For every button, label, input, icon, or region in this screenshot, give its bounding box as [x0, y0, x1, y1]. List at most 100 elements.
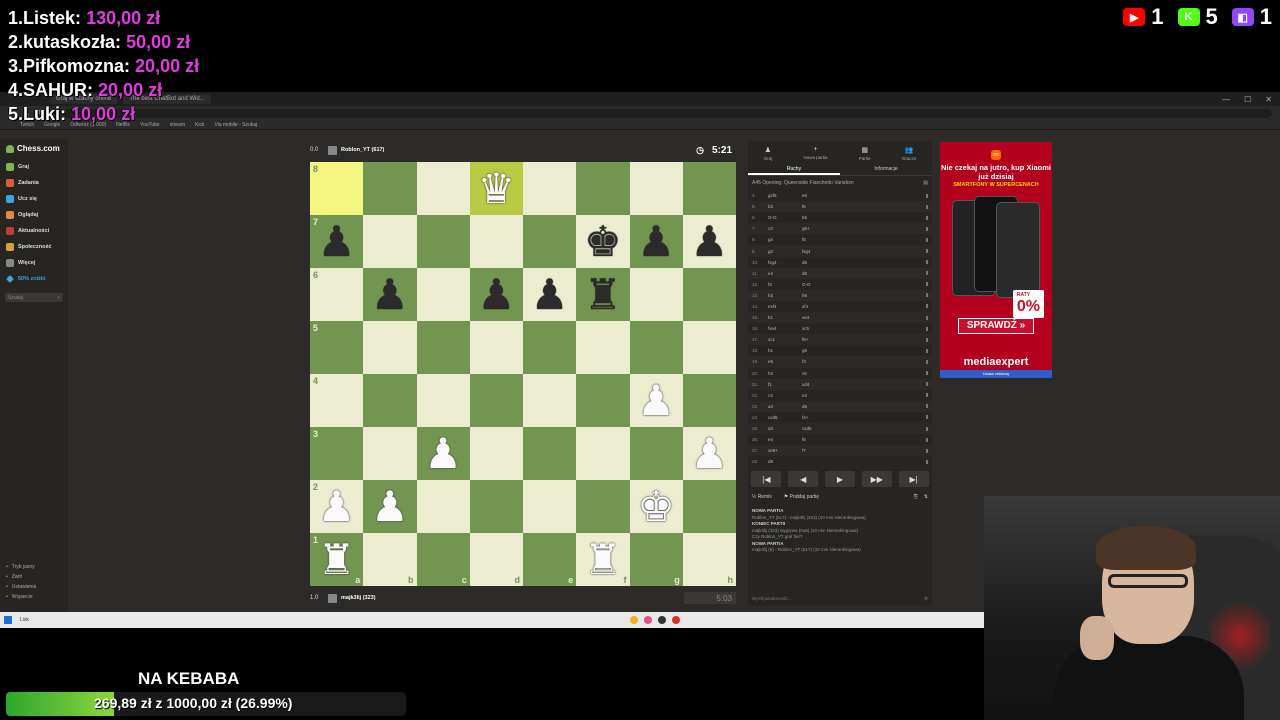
black-move[interactable]: g5+ — [802, 226, 836, 231]
move-row[interactable]: 20. h3 c6 — [748, 368, 932, 379]
black-move[interactable]: xd4 — [802, 382, 836, 387]
white-king-icon[interactable]: ♚ — [637, 485, 675, 528]
square-c1[interactable]: c — [416, 533, 470, 586]
chess-logo[interactable]: Chess.com — [0, 144, 68, 153]
square-h3[interactable]: ♟ — [682, 427, 736, 480]
black-move[interactable]: g6 — [802, 348, 836, 353]
square-g7[interactable]: ♟ — [629, 215, 683, 268]
white-queen-icon[interactable]: ♛ — [478, 167, 516, 210]
resign-button[interactable]: ⚑ Poddaj partię — [784, 494, 819, 500]
move-row[interactable]: 4. gxf5 e6 — [748, 190, 932, 201]
sidebar-search-input[interactable]: Szukaj ⌕ — [5, 293, 63, 302]
white-move[interactable]: b1 — [768, 315, 802, 320]
flip-icon[interactable]: ⇅ — [924, 494, 928, 500]
move-row[interactable]: 10. fxg4 d6 — [748, 257, 932, 268]
player-name[interactable]: majk3lij (323) — [341, 595, 376, 601]
black-move[interactable]: f6 — [802, 437, 836, 442]
move-row[interactable]: 19. e5 f3 — [748, 356, 932, 368]
square-a5[interactable]: 5 — [310, 321, 364, 374]
square-d6[interactable]: ♟ — [469, 268, 523, 321]
square-b2[interactable]: ♟ — [363, 480, 417, 533]
black-move[interactable]: e2 — [802, 393, 836, 398]
square-a3[interactable]: 3 — [310, 427, 364, 480]
square-h4[interactable] — [682, 374, 736, 427]
avatar[interactable] — [328, 145, 337, 155]
square-g1[interactable]: g — [629, 533, 683, 586]
sidebar-item-2[interactable]: Ucz się — [0, 191, 68, 207]
white-move[interactable]: h3 — [768, 371, 802, 376]
white-rook-icon[interactable]: ♜ — [584, 538, 622, 581]
avatar[interactable] — [328, 593, 337, 603]
square-e4[interactable] — [523, 374, 577, 427]
move-row[interactable]: 18. h1 g6 — [748, 345, 932, 356]
square-h1[interactable]: h — [682, 533, 736, 586]
black-move[interactable]: f5 — [802, 237, 836, 242]
square-b7[interactable] — [363, 215, 417, 268]
square-b6[interactable]: ♟ — [363, 268, 417, 321]
minimize-icon[interactable]: — — [1222, 95, 1230, 104]
square-g2[interactable]: ♚ — [629, 480, 683, 533]
square-e2[interactable] — [523, 480, 577, 533]
chat-input[interactable]: Wyślij wiadomość... ⚙ — [752, 596, 928, 602]
square-b1[interactable]: b — [363, 533, 417, 586]
sidebar-bottom-item[interactable]: • Tryb jasny — [0, 562, 68, 572]
square-a4[interactable]: 4 — [310, 374, 364, 427]
move-row[interactable]: 14. exf4 xf4 — [748, 301, 932, 312]
sidebar-item-1[interactable]: Zadania — [0, 175, 68, 191]
next-move-button[interactable]: ▶▶ — [861, 471, 892, 487]
square-a6[interactable]: 6 — [310, 268, 364, 321]
white-move[interactable]: e4 — [768, 437, 802, 442]
move-row[interactable]: 9. g2 fxg4 — [748, 245, 932, 257]
sidebar-item-6[interactable]: Więcej — [0, 255, 68, 271]
black-pawn-icon[interactable]: ♟ — [637, 220, 675, 263]
panel-tab-2[interactable]: ▦ Partie — [859, 146, 871, 164]
move-row[interactable]: 17. xc1 f5+ — [748, 334, 932, 346]
square-f6[interactable]: ♜ — [576, 268, 630, 321]
panel-tab-0[interactable]: ♟ Graj — [764, 146, 773, 164]
black-move[interactable]: f4+ — [802, 415, 836, 420]
square-g4[interactable]: ♟ — [629, 374, 683, 427]
square-c8[interactable] — [416, 162, 470, 215]
black-move[interactable]: c6 — [802, 371, 836, 376]
move-row[interactable]: 15. b1 xe4 — [748, 312, 932, 324]
settings-icon[interactable]: ⚙ — [924, 596, 928, 602]
square-a8[interactable]: 8 — [310, 162, 364, 215]
black-move[interactable]: O-O — [802, 282, 836, 287]
move-list[interactable]: 4. gxf5 e6 5. b3 f6 6. O-O b5 7. c3 g5+ 8. g4 f5 9. g2 fx… — [748, 190, 932, 464]
black-move[interactable]: f3 — [802, 359, 836, 364]
promo-link[interactable]: 50% zniżki — [0, 271, 68, 287]
white-move[interactable]: e4 — [768, 271, 802, 276]
panel-tab-1[interactable]: + Nowa partia — [803, 146, 827, 164]
square-f3[interactable] — [576, 427, 630, 480]
chess-board[interactable]: 8 ♛ 7 ♟ ♚ ♟ ♟ 6 ♟ ♟ ♟ ♜ 5 4 ♟ 3 ♟ ♟ 2 ♟ ♟ ♚ 1 a ♜ b c d e f ♜ g h — [310, 162, 736, 586]
move-row[interactable]: 16. fxe4 xc5 — [748, 323, 932, 334]
move-row[interactable]: 6. O-O b5 — [748, 212, 932, 223]
black-move[interactable]: d6 — [802, 404, 836, 409]
tab-moves[interactable]: Ruchy — [748, 164, 840, 175]
sidebar-item-3[interactable]: Oglądaj — [0, 207, 68, 223]
square-a7[interactable]: 7 ♟ — [310, 215, 364, 268]
move-row[interactable]: 28. d8 — [748, 456, 932, 464]
square-a1[interactable]: 1 a ♜ — [310, 533, 364, 586]
black-pawn-icon[interactable]: ♟ — [531, 273, 569, 316]
square-c2[interactable] — [416, 480, 470, 533]
sidebar-bottom-item[interactable]: • Zwiń — [0, 572, 68, 582]
white-move[interactable]: fxg4 — [768, 260, 802, 265]
black-move[interactable]: e6 — [802, 193, 836, 198]
white-move[interactable]: b3 — [768, 204, 802, 209]
black-move[interactable]: b5 — [802, 215, 836, 220]
black-pawn-icon[interactable]: ♟ — [478, 273, 516, 316]
move-row[interactable]: 27. xe8+ f7 — [748, 445, 932, 457]
app-icon[interactable] — [658, 616, 666, 624]
square-d4[interactable] — [469, 374, 523, 427]
move-row[interactable]: 26. e4 f6 — [748, 434, 932, 445]
white-rook-icon[interactable]: ♜ — [318, 538, 356, 581]
square-h7[interactable]: ♟ — [682, 215, 736, 268]
square-d5[interactable] — [469, 321, 523, 374]
black-move[interactable]: f5+ — [802, 337, 836, 342]
square-g5[interactable] — [629, 321, 683, 374]
play-button[interactable]: ▶ — [824, 471, 855, 487]
white-move[interactable]: cxd5 — [768, 415, 802, 420]
app-icon[interactable] — [644, 616, 652, 624]
black-move[interactable]: xe4 — [802, 315, 836, 320]
